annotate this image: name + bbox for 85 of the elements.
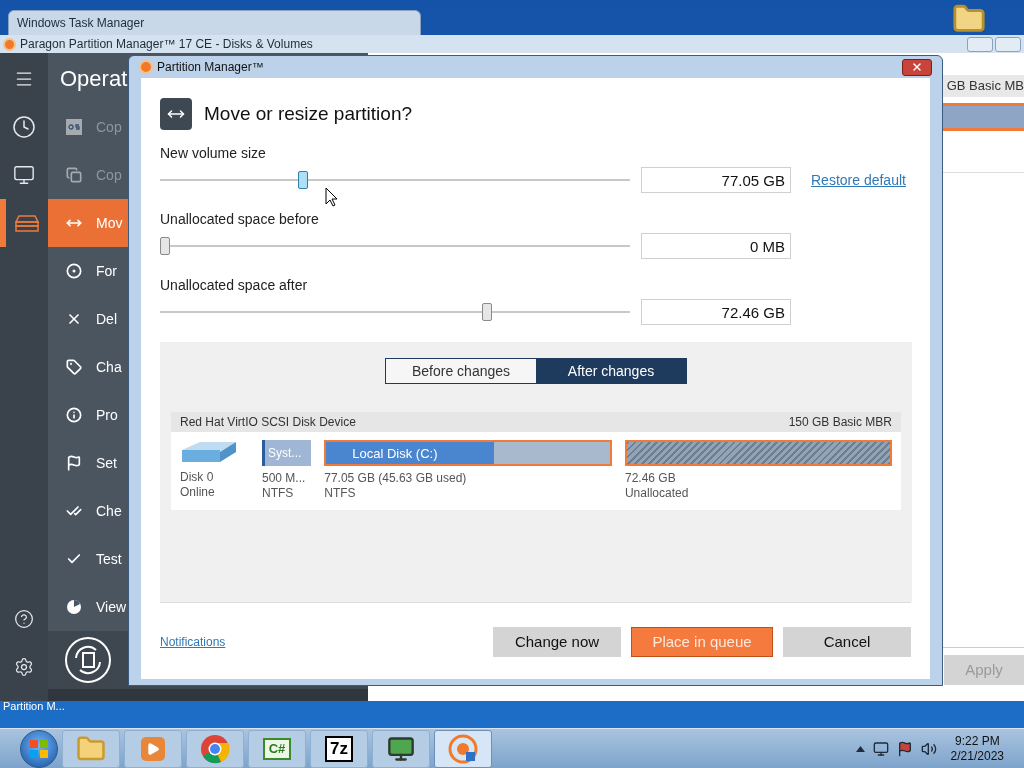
disk-summary: 150 GB Basic MBR	[788, 414, 892, 431]
resize-icon	[160, 98, 192, 130]
partition-size: 72.46 GB	[624, 471, 677, 486]
dialog-button[interactable]: Change now	[493, 627, 621, 657]
slider[interactable]	[160, 171, 630, 189]
operation-item[interactable]: Pro	[48, 391, 128, 439]
taskbar-button[interactable]	[434, 729, 492, 768]
copy-icon	[66, 167, 82, 183]
window-title: Paragon Partition Manager™ 17 CE - Disks & Volumes	[20, 36, 313, 53]
notifications-link[interactable]: Notifications	[160, 633, 226, 651]
disk-name: Red Hat VirtIO SCSI Disk Device	[180, 414, 356, 431]
slider-label: Unallocated space after	[160, 276, 309, 294]
dialog-title: Partition Manager™	[157, 59, 264, 76]
restore-default-link[interactable]: Restore default	[811, 169, 906, 191]
operation-item[interactable]: Del	[48, 295, 128, 343]
partition-size: 77.05 GB (45.63 GB used)	[324, 471, 468, 486]
size-field[interactable]: 77.05 GB	[641, 167, 791, 193]
operation-item[interactable]: For	[48, 247, 128, 295]
recycle-disk-icon	[448, 733, 478, 764]
monitor-icon[interactable]	[13, 164, 35, 186]
operation-item[interactable]: Cha	[48, 343, 128, 391]
tag-icon	[66, 359, 82, 375]
network-icon[interactable]	[872, 740, 889, 757]
os-icon	[66, 119, 82, 135]
disk-summary: GB Basic MB	[946, 77, 1024, 96]
disk-label: Disk 0	[180, 470, 215, 485]
clock[interactable]: 9:22 PM 2/21/2023	[950, 733, 1004, 764]
close-button[interactable]	[902, 58, 932, 76]
disk-status: Online	[180, 485, 216, 500]
double-check-icon	[66, 503, 82, 519]
flag-icon	[66, 455, 82, 471]
taskbar-button[interactable]: C#	[248, 729, 306, 768]
dialog-button[interactable]: Cancel	[783, 627, 911, 657]
window-title: Windows Task Manager	[17, 15, 145, 31]
operation-item[interactable]: View	[48, 583, 128, 631]
partition-name: Local Disk (C:)	[352, 445, 438, 463]
operation-item[interactable]: Che	[48, 487, 128, 535]
view-tab[interactable]: After changes	[536, 359, 686, 383]
taskbar-button[interactable]: 7z	[310, 729, 368, 768]
target-icon	[66, 263, 82, 279]
app-logo-icon	[139, 60, 153, 74]
slider[interactable]	[160, 237, 630, 255]
taskbar-button[interactable]	[372, 729, 430, 768]
operation-item[interactable]: Test	[48, 535, 128, 583]
show-hidden-icon[interactable]	[855, 745, 865, 752]
partition-type: NTFS	[324, 486, 357, 501]
browser-icon	[200, 733, 230, 764]
pie-chart-icon	[66, 599, 82, 615]
app-logo-icon	[3, 37, 16, 51]
size-field[interactable]: 72.46 GB	[641, 299, 791, 325]
desktop-label: Partition M...	[3, 700, 65, 713]
help-icon[interactable]	[14, 609, 34, 629]
dialog-heading: Move or resize partition?	[204, 101, 413, 126]
partition-type: NTFS	[261, 486, 295, 501]
close-icon	[66, 311, 82, 327]
settings-icon[interactable]	[14, 657, 34, 677]
slider-thumb[interactable]	[160, 237, 170, 255]
disk-stack-icon	[15, 214, 39, 232]
partition-type: Unallocated	[624, 486, 690, 501]
clock-icon[interactable]	[12, 115, 36, 139]
monitor-icon	[387, 734, 415, 763]
start-button[interactable]	[20, 729, 58, 768]
size-field[interactable]: 0 MB	[641, 233, 791, 259]
slider[interactable]	[160, 303, 630, 321]
flag-icon[interactable]	[896, 740, 913, 757]
operation-item[interactable]: Set	[48, 439, 128, 487]
slider-thumb[interactable]	[298, 171, 308, 189]
info-icon	[66, 407, 82, 423]
four-squares-icon[interactable]	[29, 738, 49, 759]
view-tab[interactable]: Before changes	[386, 359, 536, 383]
slider-label: New volume size	[160, 144, 267, 162]
maximize-button[interactable]	[995, 36, 1021, 52]
minimize-button[interactable]	[967, 36, 993, 52]
slider-label: Unallocated space before	[160, 210, 320, 228]
cursor-icon	[325, 187, 338, 207]
slider-thumb[interactable]	[482, 303, 492, 321]
code-editor-logo: C#	[262, 737, 292, 760]
archiver-logo: 7z	[325, 735, 353, 762]
sync-icon[interactable]	[64, 636, 112, 684]
volume-icon[interactable]	[920, 740, 937, 757]
close-icon[interactable]	[911, 61, 923, 73]
partition-bar[interactable]: Local Disk (C:)	[324, 440, 612, 466]
panel-title: Operat	[60, 64, 128, 93]
play-icon	[141, 736, 165, 761]
partition-size: 500 M...	[261, 471, 307, 486]
